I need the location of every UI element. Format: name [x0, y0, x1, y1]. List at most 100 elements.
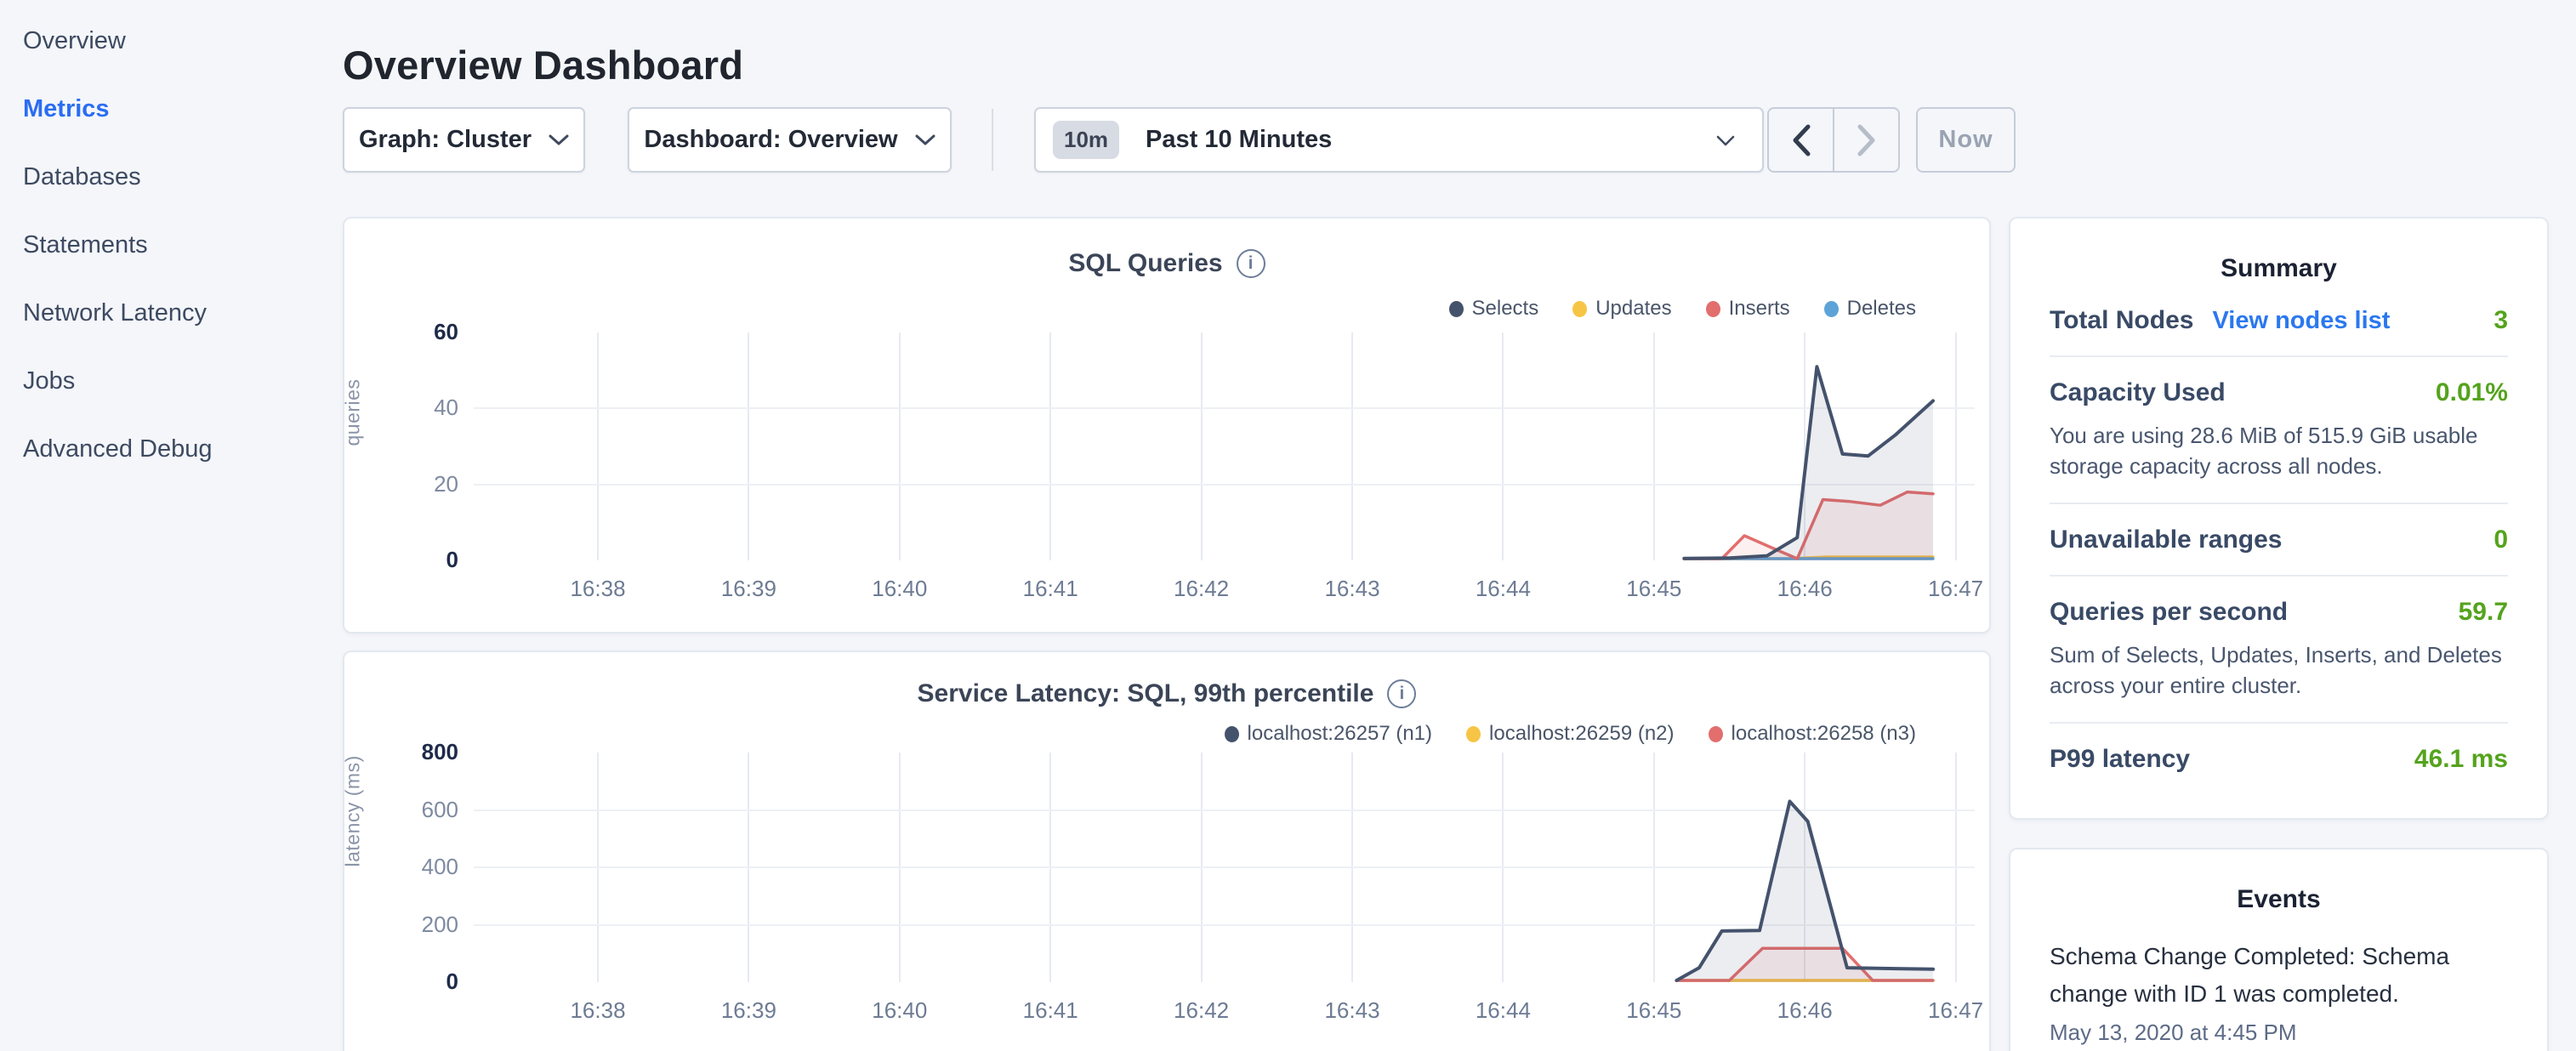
dashboard-dropdown[interactable]: Dashboard: Overview [628, 107, 952, 173]
summary-row-head: Queries per second59.7 [2050, 598, 2508, 627]
x-axis-tick-label: 16:47 [1928, 576, 1983, 602]
sidebar-item-advanced-debug[interactable]: Advanced Debug [0, 415, 340, 483]
legend-dot-icon [1709, 726, 1723, 742]
chart-title-row: Service Latency: SQL, 99th percentile i [344, 679, 1989, 708]
sql-queries-chart-card: SQL Queries i Selects Updates Inserts Deletes… [343, 217, 1991, 633]
sidebar-item-network-latency[interactable]: Network Latency [0, 279, 340, 347]
chart-title-row: SQL Queries i [344, 249, 1989, 278]
time-range-label: Past 10 Minutes [1146, 126, 1332, 154]
chart-legend: Selects Updates Inserts Deletes [1449, 297, 1917, 321]
toolbar: Graph: Cluster Dashboard: Overview 10m P… [343, 107, 2016, 173]
summary-row-total-nodes: Total NodesView nodes list3 [2050, 285, 2508, 357]
toolbar-divider [992, 109, 993, 171]
x-axis-tick-label: 16:42 [1174, 576, 1229, 602]
sidebar-item-jobs[interactable]: Jobs [0, 347, 340, 415]
sidebar-item-overview[interactable]: Overview [0, 7, 340, 75]
event-item: Schema Change Completed: Schema change w… [2050, 938, 2508, 1046]
chevron-right-icon [1857, 124, 1876, 156]
summary-row-value: 59.7 [2459, 598, 2508, 627]
legend-label: localhost:26259 (n2) [1489, 722, 1674, 746]
events-title: Events [2050, 885, 2508, 914]
info-icon[interactable]: i [1387, 679, 1416, 708]
legend-item-updates[interactable]: Updates [1572, 297, 1671, 321]
x-axis-tick-label: 16:39 [721, 997, 776, 1024]
now-button[interactable]: Now [1916, 107, 2016, 173]
legend-dot-icon [1225, 726, 1239, 742]
chart-series-canvas [474, 332, 1975, 560]
events-panel: Events Schema Change Completed: Schema c… [2009, 848, 2549, 1051]
event-text: Schema Change Completed: Schema change w… [2050, 938, 2508, 1013]
time-back-button[interactable] [1769, 109, 1833, 171]
time-range-dropdown[interactable]: 10m Past 10 Minutes [1034, 107, 1764, 173]
y-axis-tick-label: 200 [365, 912, 458, 938]
info-icon[interactable]: i [1237, 249, 1265, 278]
x-axis-tick-label: 16:44 [1476, 997, 1531, 1024]
chevron-left-icon [1792, 124, 1811, 156]
legend-item-deletes[interactable]: Deletes [1824, 297, 1916, 321]
chevron-down-icon [549, 134, 569, 146]
legend-label: Updates [1595, 297, 1671, 321]
dashboard-dropdown-label: Dashboard: Overview [644, 126, 897, 154]
x-axis-tick-label: 16:47 [1928, 997, 1983, 1024]
legend-item-inserts[interactable]: Inserts [1706, 297, 1790, 321]
chart-title: SQL Queries [1068, 249, 1222, 278]
summary-row-p99-latency: P99 latency46.1 ms [2050, 724, 2508, 794]
summary-row-label: Unavailable ranges [2050, 526, 2282, 554]
summary-panel: Summary Total NodesView nodes list3 Capac… [2009, 217, 2549, 820]
chart-series-canvas [474, 753, 1975, 982]
legend-dot-icon [1706, 301, 1720, 317]
legend-label: Deletes [1847, 297, 1916, 321]
y-axis-tick-label: 60 [365, 319, 458, 345]
legend-dot-icon [1824, 301, 1839, 317]
chart-legend: localhost:26257 (n1) localhost:26259 (n2)… [1225, 722, 1916, 746]
view-nodes-link[interactable]: View nodes list [2212, 307, 2390, 335]
x-axis-tick-label: 16:38 [570, 997, 625, 1024]
summary-row-head: Capacity Used0.01% [2050, 378, 2508, 407]
legend-dot-icon [1449, 301, 1464, 317]
x-axis-tick-label: 16:44 [1476, 576, 1531, 602]
event-timestamp: May 13, 2020 at 4:45 PM [2050, 1020, 2508, 1046]
graph-dropdown[interactable]: Graph: Cluster [343, 107, 585, 173]
summary-row-head: Total NodesView nodes list3 [2050, 306, 2508, 335]
page-title: Overview Dashboard [343, 42, 743, 88]
time-range-badge: 10m [1053, 121, 1119, 159]
y-axis-tick-label: 20 [365, 471, 458, 497]
summary-row-value: 0.01% [2436, 378, 2508, 407]
summary-row-head: P99 latency46.1 ms [2050, 745, 2508, 774]
summary-row-capacity-used: Capacity Used0.01%You are using 28.6 MiB… [2050, 357, 2508, 504]
legend-item-localhost-26259-n2[interactable]: localhost:26259 (n2) [1466, 722, 1674, 746]
chevron-down-icon [915, 134, 935, 146]
legend-label: localhost:26258 (n3) [1732, 722, 1916, 746]
sidebar-item-metrics[interactable]: Metrics [0, 75, 340, 143]
legend-dot-icon [1572, 301, 1587, 317]
x-axis-tick-label: 16:43 [1324, 576, 1379, 602]
legend-item-selects[interactable]: Selects [1449, 297, 1539, 321]
chart-title: Service Latency: SQL, 99th percentile [918, 679, 1374, 708]
service-latency-chart-card: Service Latency: SQL, 99th percentile i lo… [343, 650, 1991, 1051]
legend-dot-icon [1466, 726, 1481, 742]
summary-title: Summary [2050, 254, 2508, 283]
summary-row-label: P99 latency [2050, 745, 2190, 774]
x-axis-tick-label: 16:38 [570, 576, 625, 602]
summary-row-queries-per-second: Queries per second59.7Sum of Selects, Up… [2050, 577, 2508, 724]
sidebar-item-statements[interactable]: Statements [0, 211, 340, 279]
series-area-localhost-26257-n1 [1676, 801, 1933, 982]
chart-plot-area [474, 753, 1975, 982]
summary-row-unavailable-ranges: Unavailable ranges0 [2050, 504, 2508, 577]
chevron-down-icon [1716, 135, 1735, 147]
y-axis-tick-label: 0 [365, 547, 458, 573]
time-forward-button[interactable] [1834, 109, 1898, 171]
legend-item-localhost-26258-n3[interactable]: localhost:26258 (n3) [1709, 722, 1916, 746]
summary-row-head: Unavailable ranges0 [2050, 526, 2508, 554]
y-axis-tick-label: 0 [365, 969, 458, 995]
sidebar-item-databases[interactable]: Databases [0, 143, 340, 211]
series-area-selects [1684, 366, 1933, 560]
x-axis-tick-label: 16:46 [1777, 997, 1833, 1024]
x-axis-tick-label: 16:41 [1023, 997, 1078, 1024]
x-axis-tick-label: 16:46 [1777, 576, 1833, 602]
chart-plot-area [474, 332, 1975, 560]
time-pager [1767, 107, 1900, 173]
legend-item-localhost-26257-n1[interactable]: localhost:26257 (n1) [1225, 722, 1432, 746]
sidebar: OverviewMetricsDatabasesStatementsNetwor… [0, 0, 340, 1051]
summary-rows: Total NodesView nodes list3 Capacity Used… [2050, 285, 2508, 794]
